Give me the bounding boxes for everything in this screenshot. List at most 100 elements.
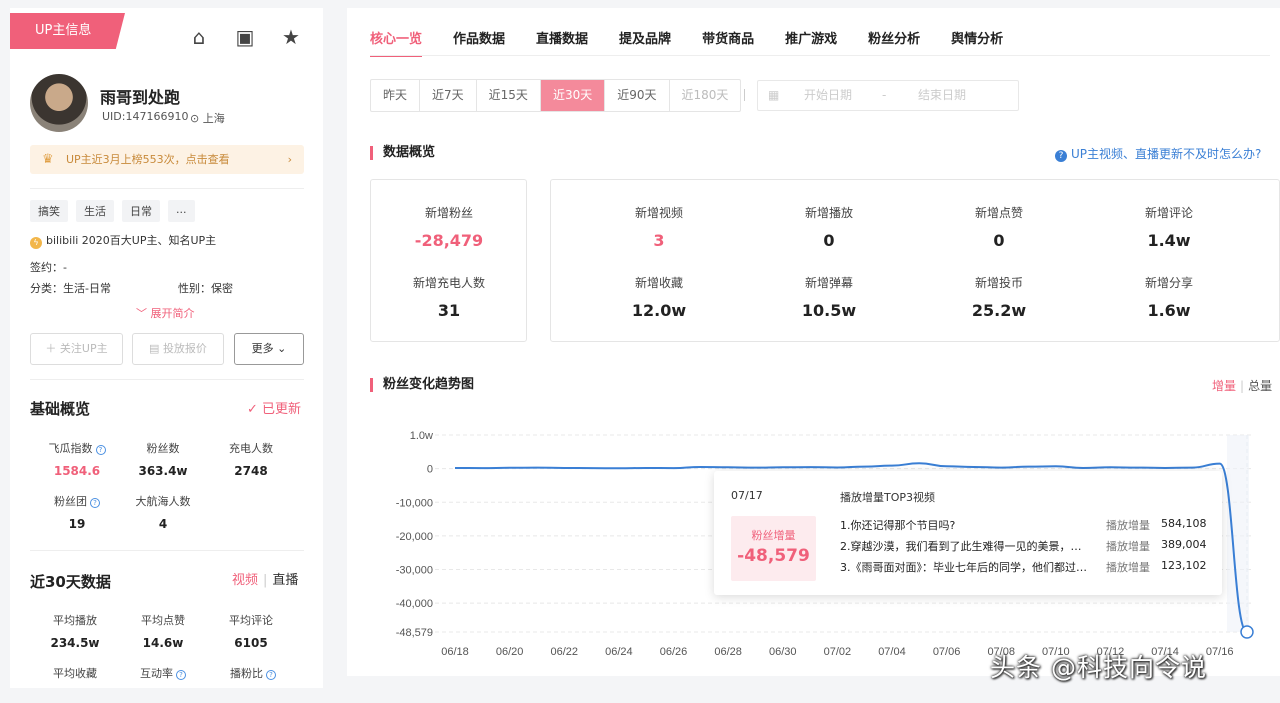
tooltip-video-row[interactable]: 3.《雨哥面对面》：毕业七年后的同学，他们都过得怎么样了 播放增量 123,10… [840, 559, 1210, 575]
stat-value: 19 [68, 517, 86, 531]
tooltip-video-row[interactable]: 1.你还记得那个节目吗? 播放增量 584,108 [840, 517, 1210, 533]
metric-value: 1.4w [1147, 231, 1191, 250]
metric-new-danmaku: 新增弹幕 10.5w [769, 274, 889, 320]
tag-chip[interactable]: 生活 [76, 200, 114, 222]
category-label: 分类： [30, 282, 63, 295]
tab-live-data[interactable]: 直播数据 [536, 28, 588, 57]
switch-separator: | [263, 573, 268, 588]
x-tick-label: 06/18 [441, 646, 469, 658]
stat-feigua-index: 飞瓜指数? 1584.6 [37, 440, 117, 478]
updated-status[interactable]: ✓ 已更新 [247, 398, 301, 417]
metric-label: 新增粉丝 [424, 206, 473, 220]
live-tab[interactable]: 直播 [272, 573, 298, 588]
help-link[interactable]: ? UP主视频、直播更新不及时怎么办? [1055, 145, 1261, 162]
help-icon[interactable]: ? [266, 670, 276, 680]
stat-avg-comment: 平均评论 6105 [211, 612, 291, 650]
x-tick-label: 07/06 [933, 646, 961, 658]
stat-label: 粉丝数 [146, 442, 180, 455]
top-icon-bar: ⌂ ▣ ★ [188, 26, 302, 48]
y-tick-label: -48,579 [396, 627, 433, 639]
crown-icon: ♛ [42, 152, 54, 167]
video-metric-label: 播放增量 [1106, 561, 1150, 574]
rank-banner[interactable]: ♛ UP主近3月上榜553次，点击查看 › [30, 145, 304, 174]
metric-label: 新增播放 [804, 206, 853, 220]
tab-brands[interactable]: 提及品牌 [619, 28, 671, 57]
metric-value: 31 [437, 301, 461, 320]
tab-works-data[interactable]: 作品数据 [453, 28, 505, 57]
date-separator: - [882, 88, 887, 102]
x-tick-label: 07/02 [824, 646, 852, 658]
tab-core-overview[interactable]: 核心一览 [370, 28, 423, 57]
video-title: 1.你还记得那个节目吗? [840, 519, 956, 532]
expand-intro-link[interactable]: ﹀ 展开简介 [136, 305, 195, 321]
stat-value: 14.6w [142, 636, 184, 650]
home-icon[interactable]: ⌂ [188, 26, 210, 48]
help-icon[interactable]: ? [176, 670, 186, 680]
metric-value: 0 [993, 231, 1005, 250]
data-main-panel: 核心一览 作品数据 直播数据 提及品牌 带货商品 推广游戏 粉丝分析 舆情分析 … [347, 8, 1280, 676]
metric-value: 10.5w [801, 301, 857, 320]
follow-up-label: 关注UP主 [59, 342, 108, 355]
rank-text: UP主近3月上榜553次，点击查看 [66, 153, 230, 166]
help-text: UP主视频、直播更新不及时怎么办? [1071, 147, 1262, 161]
tooltip-video-row[interactable]: 2.穿越沙漠，我们看到了此生难得一见的美景，有生之年一定要去一次 播放增量 38… [840, 538, 1210, 554]
avatar[interactable] [30, 74, 88, 132]
chart-tooltip: 07/17 播放增量TOP3视频 粉丝增量 -48,579 1.你还记得那个节目… [714, 471, 1222, 595]
sign-info: 签约：- [30, 259, 67, 275]
x-tick-label: 06/20 [496, 646, 524, 658]
range-yesterday[interactable]: 昨天 [371, 80, 421, 111]
basic-overview-title: 基础概览 [30, 400, 91, 418]
follow-up-button[interactable]: ＋ 关注UP主 [30, 333, 123, 365]
tab-games[interactable]: 推广游戏 [785, 28, 837, 57]
star-icon[interactable]: ★ [280, 26, 302, 48]
metric-label: 新增分享 [1144, 276, 1193, 290]
stat-value: 1584.6 [53, 464, 101, 478]
stat-avg-play: 平均播放 234.5w [35, 612, 115, 650]
range-7d[interactable]: 近7天 [420, 80, 477, 111]
tag-chip[interactable]: 日常 [122, 200, 160, 222]
toggle-increment[interactable]: 增量 [1212, 379, 1236, 393]
document-icon: ▤ [149, 342, 163, 355]
honor-line: ϟ bilibili 2020百大UP主、知名UP主 [30, 232, 216, 249]
gender-label: 性别： [178, 282, 211, 295]
metric-label: 新增视频 [634, 206, 683, 220]
range-30d[interactable]: 近30天 [540, 80, 606, 111]
video-tab[interactable]: 视频 [232, 573, 258, 588]
range-90d[interactable]: 近90天 [605, 80, 670, 111]
chevron-down-icon: ⌄ [273, 342, 287, 355]
tooltip-fans-box: 粉丝增量 -48,579 [731, 516, 816, 581]
up-info-panel: UP主信息 ⌂ ▣ ★ 雨哥到处跑 UID:147166910 ⊙ 上海 ♛ U… [10, 8, 323, 688]
stat-value: 6105 [234, 636, 268, 650]
toggle-separator: | [1240, 379, 1245, 393]
start-date-input[interactable]: 开始日期 [804, 81, 852, 110]
toggle-total[interactable]: 总量 [1248, 379, 1272, 393]
stat-interact-rate: 互动率? [123, 665, 203, 681]
stat-label: 平均收藏 [53, 667, 97, 680]
stat-label: 大航海人数 [135, 495, 191, 508]
more-button[interactable]: 更多 ⌄ [234, 333, 304, 365]
help-icon[interactable]: ? [90, 498, 100, 508]
metric-new-coin: 新增投币 25.2w [939, 274, 1059, 320]
metric-label: 新增充电人数 [412, 276, 485, 290]
tab-goods[interactable]: 带货商品 [702, 28, 754, 57]
help-icon[interactable]: ? [95, 445, 106, 455]
x-tick-label: 06/28 [714, 646, 742, 658]
end-date-input[interactable]: 结束日期 [918, 81, 966, 110]
video-icon[interactable]: ▣ [234, 26, 256, 48]
tab-opinion[interactable]: 舆情分析 [951, 28, 1003, 57]
recent-switch: 视频 | 直播 [232, 569, 298, 588]
tag-chip[interactable]: 搞笑 [30, 200, 68, 222]
help-circle-icon: ? [1055, 150, 1067, 162]
metrics-overview-box: 新增视频 3 新增播放 0 新增点赞 0 新增评论 1.4w 新增收藏 12.0… [550, 179, 1280, 342]
honor-text: bilibili 2020百大UP主、知名UP主 [46, 234, 217, 247]
tab-fans-analysis[interactable]: 粉丝分析 [868, 28, 920, 57]
range-180d[interactable]: 近180天 [670, 80, 741, 111]
date-picker[interactable]: ▦ 开始日期 - 结束日期 [757, 80, 1019, 111]
video-title: 3.《雨哥面对面》：毕业七年后的同学，他们都过得怎么样了 [840, 561, 1088, 574]
tabs-divider [370, 55, 1270, 56]
range-15d[interactable]: 近15天 [477, 80, 541, 111]
date-range-selector: 昨天 近7天 近15天 近30天 近90天 近180天 [370, 79, 742, 112]
quote-button[interactable]: ▤ 投放报价 [132, 333, 224, 365]
up-name: 雨哥到处跑 [100, 88, 181, 107]
tag-more-chip[interactable]: ... [168, 200, 195, 222]
